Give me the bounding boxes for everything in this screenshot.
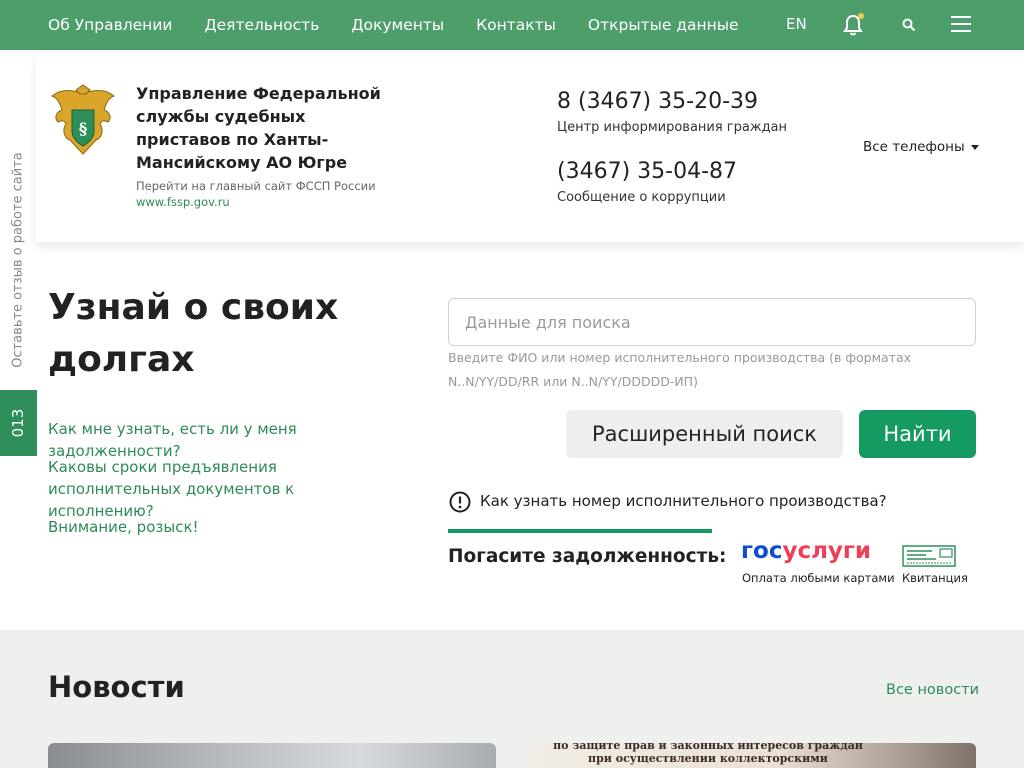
language-switch[interactable]: EN [786,15,807,33]
all-phones-dropdown[interactable]: Все телефоны [863,139,979,155]
phone-info-center-label: Центр информирования граждан [557,120,788,135]
feedback-tab[interactable]: Оставьте отзыв о работе сайта [0,150,36,370]
caret-down-icon [970,144,979,150]
debt-search-title: Узнай о своих долгах [48,287,339,380]
feedback-tab-label: Оставьте отзыв о работе сайта [10,152,26,368]
nav-item-open-data[interactable]: Открытые данные [588,16,739,34]
receipt-caption: Квитанция [902,571,968,585]
news-card-image[interactable]: по защите прав и законных интересов граж… [528,743,976,768]
pay-divider [448,529,712,533]
find-button[interactable]: Найти [859,410,976,458]
news-card-image[interactable] [48,743,496,768]
news-title: Новости [48,670,185,704]
faq-link-deadlines[interactable]: Каковы сроки предъявления исполнительных… [48,456,393,522]
main-site-link[interactable]: www.fssp.gov.ru [136,195,230,209]
main-site-label: Перейти на главный сайт ФССП России [136,179,376,193]
fssp-emblem-icon: § [50,84,116,155]
main-menu: Об Управлении Деятельность Документы Кон… [48,0,771,50]
news-image-caption-line: по защите прав и законных интересов граж… [553,743,863,752]
menu-icon[interactable] [951,16,971,32]
notification-dot [858,13,864,19]
top-navigation: Об Управлении Деятельность Документы Кон… [0,0,1024,50]
news-image-caption-line: при осуществлении коллекторскими [588,752,828,765]
search-icon[interactable] [902,18,916,32]
phone-corruption[interactable]: (3467) 35-04-87 [557,159,737,184]
gosuslugi-logo[interactable]: госуслуги [741,538,871,564]
gosuslugi-logo-part2: услуги [782,538,872,564]
side-badge-label: 013 [9,408,27,438]
phone-info-center[interactable]: 8 (3467) 35-20-39 [557,89,758,114]
all-phones-label: Все телефоны [863,139,965,155]
debt-search-input[interactable] [448,298,976,346]
search-hint: Введите ФИО или номер исполнительного пр… [448,350,912,389]
pay-debt-label: Погасите задолженность: [448,546,727,567]
howto-case-number-link[interactable]: Как узнать номер исполнительного произво… [480,492,887,510]
nav-item-about[interactable]: Об Управлении [48,16,172,34]
faq-link-wanted[interactable]: Внимание, розыск! [48,516,348,538]
all-news-link[interactable]: Все новости [886,682,979,698]
receipt-icon[interactable] [902,545,956,567]
exclamation-circle-icon [449,491,471,513]
news-section: Новости Все новости по защите прав и зак… [0,630,1024,768]
organization-name: Управление Федеральной службы судебных п… [136,84,381,172]
nav-item-contacts[interactable]: Контакты [476,16,556,34]
phone-corruption-label: Сообщение о коррупции [557,190,726,205]
svg-text:§: § [79,119,87,138]
gosuslugi-logo-part1: гос [741,538,783,564]
nav-item-activity[interactable]: Деятельность [204,16,319,34]
gosuslugi-caption: Оплата любыми картами [742,571,895,585]
nav-item-documents[interactable]: Документы [351,16,444,34]
side-badge[interactable]: 013 [0,390,37,456]
advanced-search-button[interactable]: Расширенный поиск [566,410,843,458]
